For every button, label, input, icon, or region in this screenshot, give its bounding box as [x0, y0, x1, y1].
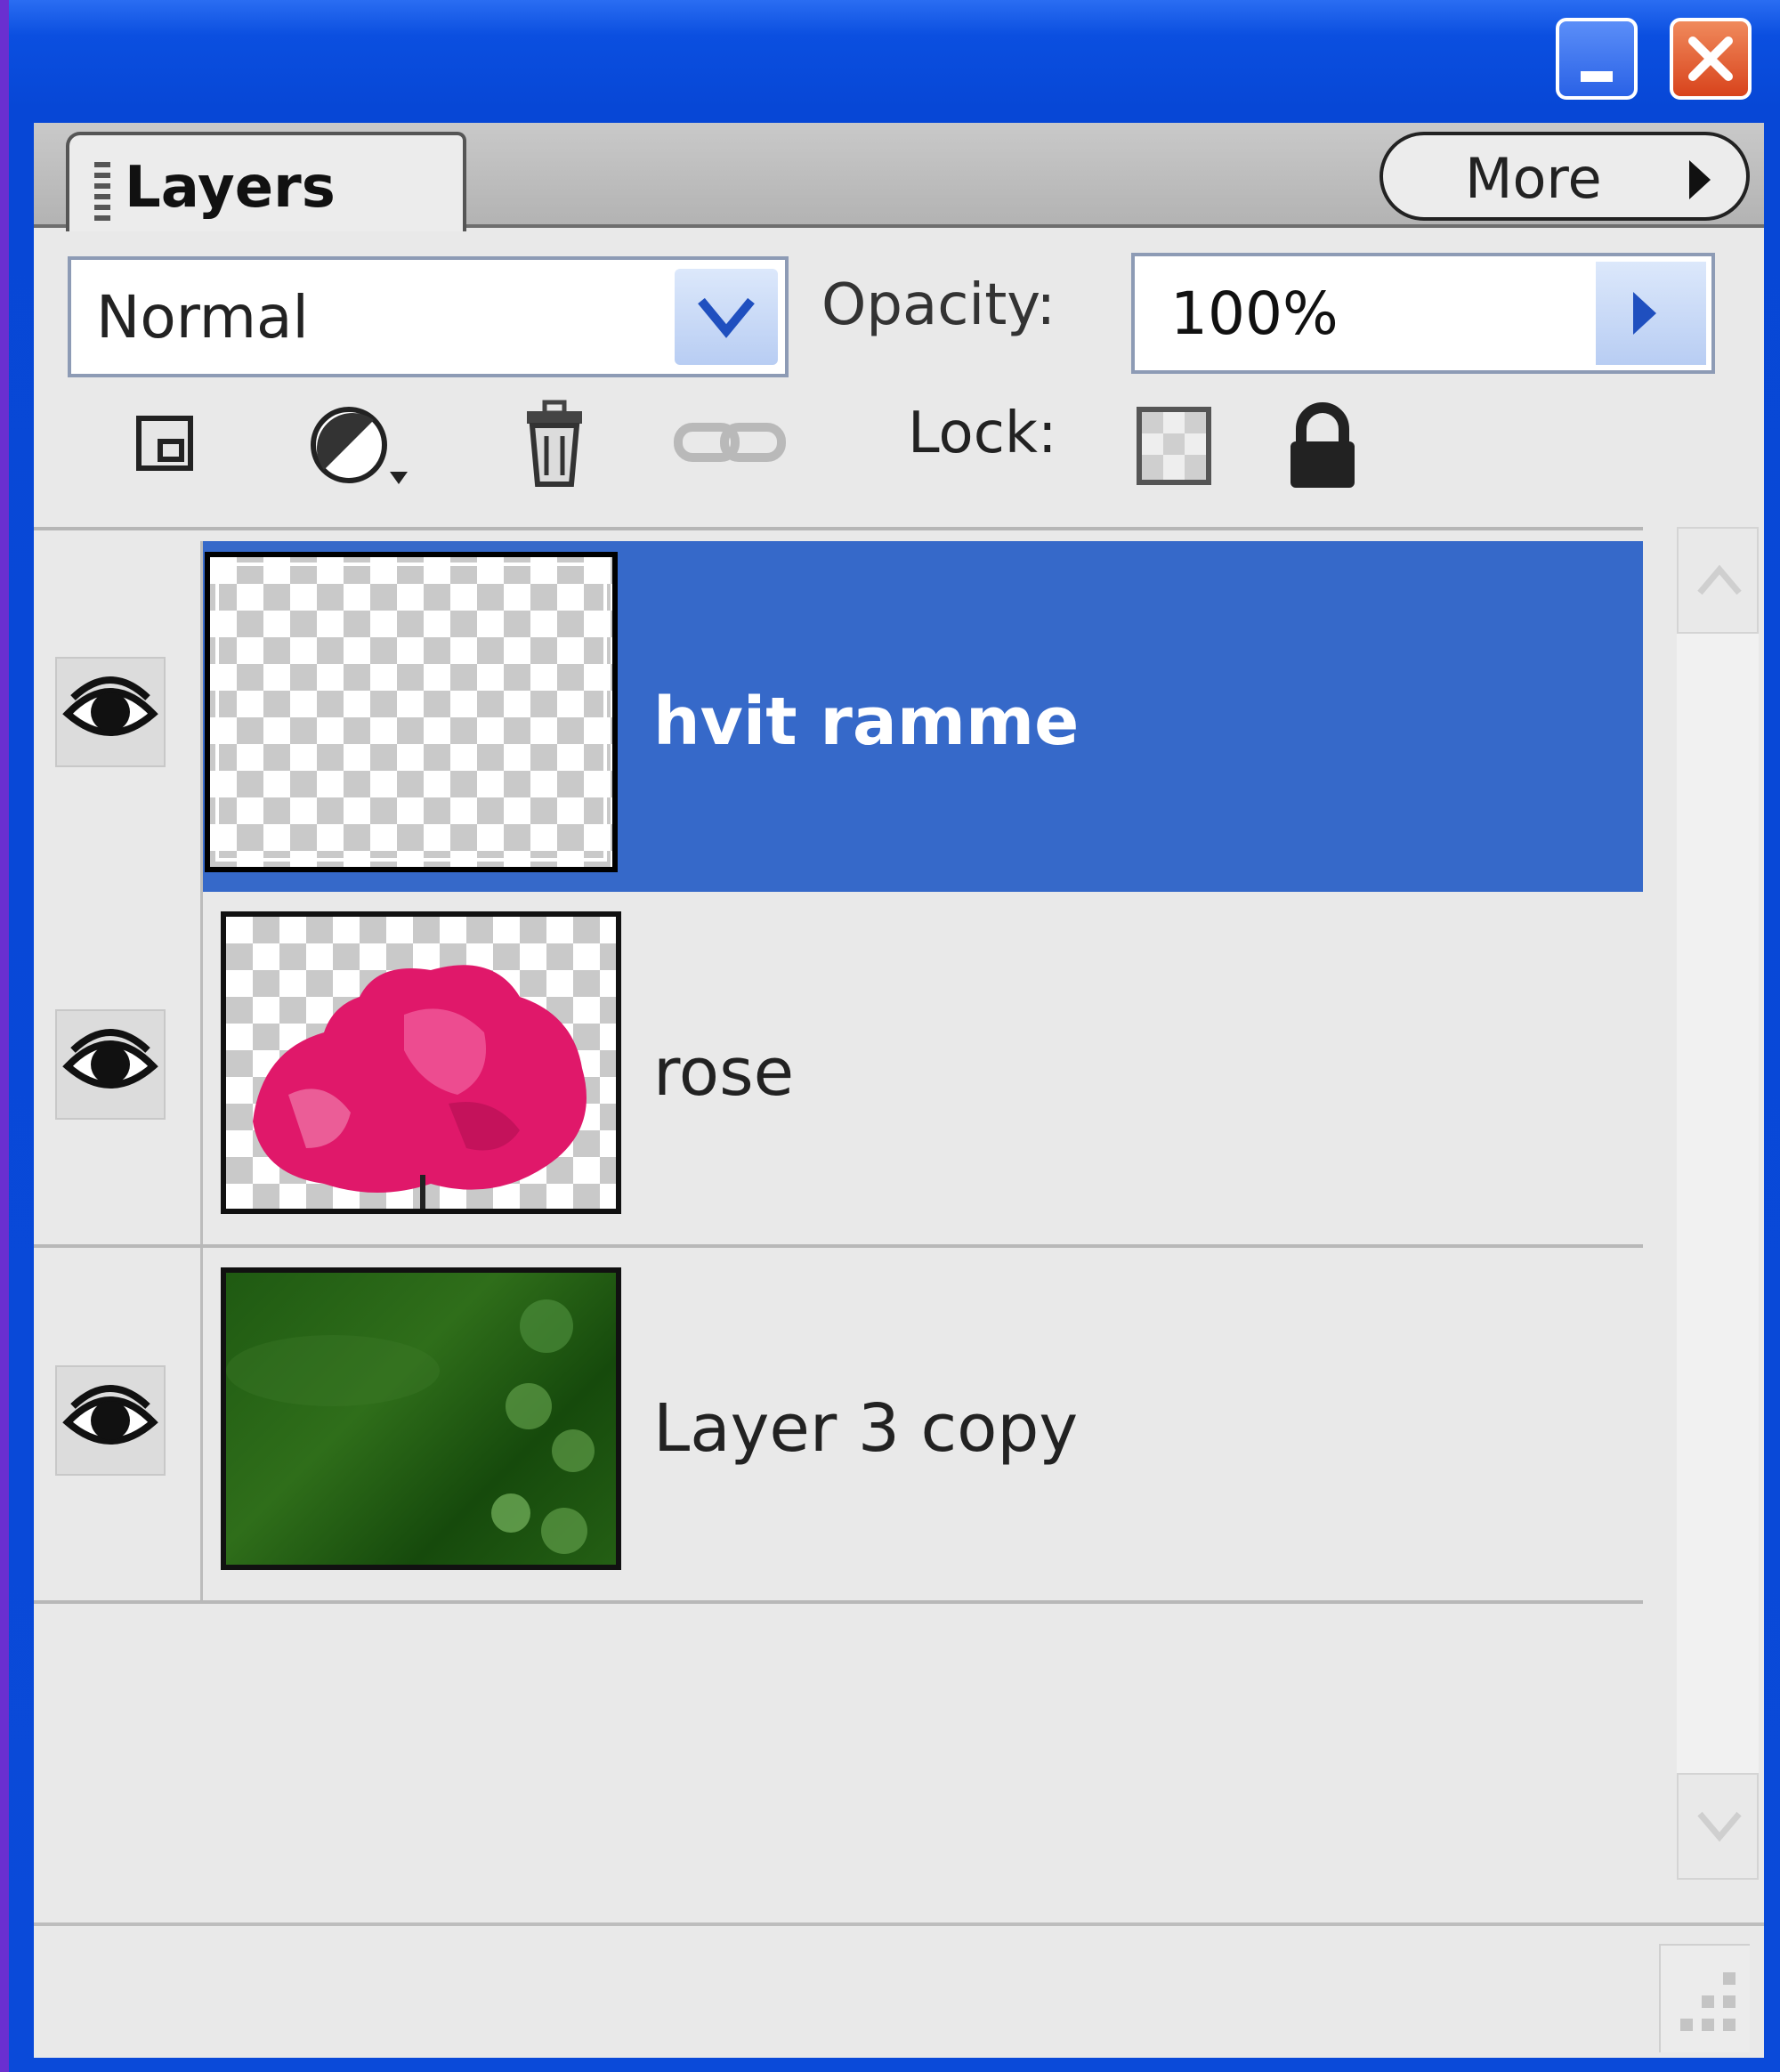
scroll-down-button[interactable]: [1677, 1773, 1759, 1880]
layer-name[interactable]: Layer 3 copy: [653, 1390, 1078, 1467]
link-icon[interactable]: [668, 399, 792, 488]
more-label: More: [1465, 146, 1602, 211]
visibility-toggle[interactable]: [55, 657, 166, 767]
minimize-button[interactable]: [1556, 18, 1638, 100]
lock-icon[interactable]: [1278, 399, 1367, 497]
layer-row-rose[interactable]: rose: [34, 892, 1643, 1248]
opacity-slider-button[interactable]: [1596, 262, 1706, 365]
chevron-down-icon: [1697, 1811, 1742, 1842]
scroll-up-button[interactable]: [1677, 527, 1759, 634]
layer-row-layer-3-copy[interactable]: Layer 3 copy: [34, 1248, 1643, 1604]
close-button[interactable]: [1670, 18, 1752, 100]
more-button[interactable]: More: [1380, 132, 1750, 221]
lock-label: Lock:: [908, 401, 1057, 466]
tab-layers[interactable]: Layers: [66, 132, 466, 231]
visibility-cell: [34, 1248, 203, 1600]
layer-row-hvit-ramme[interactable]: hvit ramme: [34, 541, 1643, 892]
opacity-field[interactable]: 100%: [1131, 253, 1715, 374]
layer-thumbnail: [221, 1267, 621, 1570]
layers-list: hvit ramme rose Layer 3 copy: [34, 527, 1643, 1634]
opacity-label: Opacity:: [821, 272, 1056, 338]
eye-icon: [62, 1029, 158, 1089]
opacity-value: 100%: [1170, 279, 1339, 348]
tab-label: Layers: [125, 155, 336, 221]
visibility-toggle[interactable]: [55, 1009, 166, 1120]
new-layer-icon[interactable]: [123, 399, 212, 488]
adjustment-layer-icon[interactable]: [303, 399, 418, 497]
triangle-right-icon: [1633, 292, 1656, 335]
layer-name[interactable]: rose: [653, 1034, 794, 1111]
visibility-cell: [34, 892, 203, 1244]
lock-transparency-icon[interactable]: [1129, 399, 1218, 497]
layer-thumbnail: [221, 911, 621, 1214]
eye-icon: [62, 1385, 158, 1445]
visibility-cell: [34, 541, 203, 892]
green-texture-thumbnail-icon: [226, 1299, 595, 1554]
layers-panel: Layers More Normal Opacity: 100% Lock: h…: [34, 123, 1764, 2058]
drag-grip-icon[interactable]: [94, 162, 110, 223]
vertical-scrollbar[interactable]: [1677, 527, 1759, 1880]
panel-footer: [34, 1922, 1764, 2058]
blend-mode-dropdown-button[interactable]: [675, 269, 778, 365]
layer-thumbnail: [205, 552, 618, 872]
triangle-right-icon: [1689, 160, 1711, 199]
close-icon: [1688, 36, 1733, 81]
trash-icon[interactable]: [514, 399, 595, 497]
resize-grip-icon[interactable]: [1659, 1944, 1750, 2052]
eye-icon: [62, 676, 158, 736]
blend-mode-value: Normal: [96, 283, 309, 352]
layer-name[interactable]: hvit ramme: [653, 684, 1079, 760]
blend-mode-select[interactable]: Normal: [68, 256, 789, 377]
tab-strip: Layers More: [34, 123, 1764, 231]
chevron-down-icon: [698, 297, 755, 338]
chevron-up-icon: [1697, 564, 1742, 595]
layers-window: Layers More Normal Opacity: 100% Lock: h…: [0, 0, 1780, 2072]
visibility-toggle[interactable]: [55, 1365, 166, 1476]
rose-thumbnail-icon: [253, 965, 587, 1209]
